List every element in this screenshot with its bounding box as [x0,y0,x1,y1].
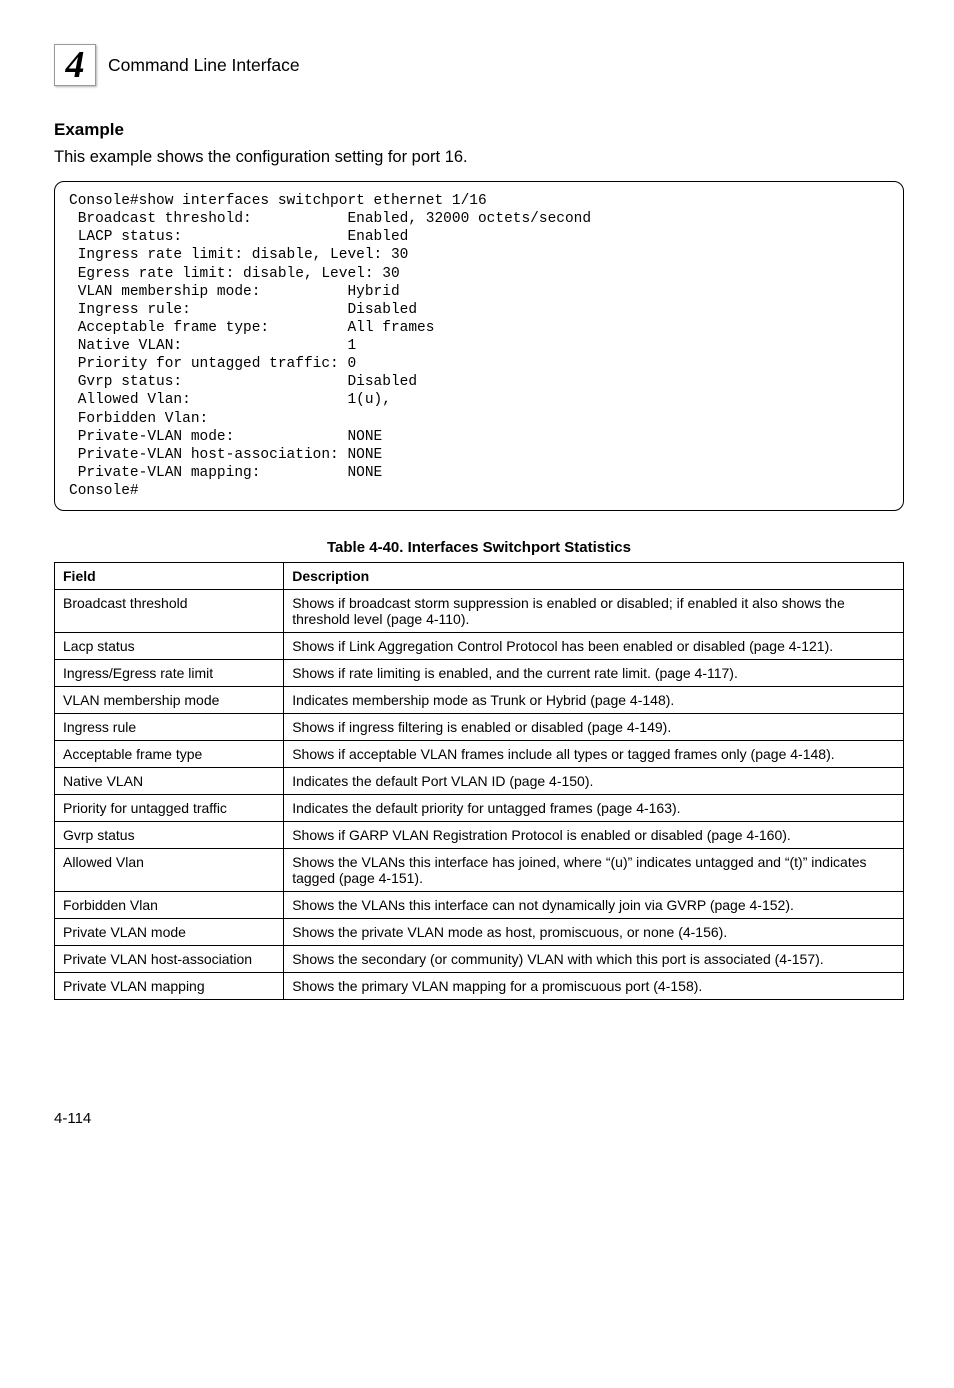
page-header: 4 Command Line Interface [54,44,904,86]
cell-description: Indicates the default priority for untag… [284,795,904,822]
cell-field: Gvrp status [55,822,284,849]
table-row: VLAN membership mode Indicates membershi… [55,687,904,714]
table-row: Ingress rule Shows if ingress filtering … [55,714,904,741]
chapter-badge: 4 [54,44,96,86]
cell-description: Shows the private VLAN mode as host, pro… [284,919,904,946]
cell-description: Indicates the default Port VLAN ID (page… [284,768,904,795]
table-row: Native VLAN Indicates the default Port V… [55,768,904,795]
cell-description: Shows the primary VLAN mapping for a pro… [284,973,904,1000]
cell-description: Shows the secondary (or community) VLAN … [284,946,904,973]
table-row: Private VLAN mode Shows the private VLAN… [55,919,904,946]
th-description: Description [284,563,904,590]
cell-field: Allowed Vlan [55,849,284,892]
table-row: Priority for untagged traffic Indicates … [55,795,904,822]
cell-field: VLAN membership mode [55,687,284,714]
cell-field: Private VLAN host-association [55,946,284,973]
cell-field: Lacp status [55,633,284,660]
table-row: Lacp status Shows if Link Aggregation Co… [55,633,904,660]
cell-field: Native VLAN [55,768,284,795]
cell-field: Private VLAN mapping [55,973,284,1000]
table-row: Gvrp status Shows if GARP VLAN Registrat… [55,822,904,849]
example-heading: Example [54,120,904,140]
cell-description: Shows if broadcast storm suppression is … [284,590,904,633]
cell-description: Shows if ingress filtering is enabled or… [284,714,904,741]
cell-description: Shows if rate limiting is enabled, and t… [284,660,904,687]
page-number: 4-114 [54,1110,904,1127]
chapter-number: 4 [66,46,85,84]
cell-field: Broadcast threshold [55,590,284,633]
code-block: Console#show interfaces switchport ether… [54,181,904,511]
cell-description: Shows if GARP VLAN Registration Protocol… [284,822,904,849]
table-row: Allowed Vlan Shows the VLANs this interf… [55,849,904,892]
cell-description: Shows the VLANs this interface can not d… [284,892,904,919]
table-row: Forbidden Vlan Shows the VLANs this inte… [55,892,904,919]
cell-description: Shows if acceptable VLAN frames include … [284,741,904,768]
cell-description: Shows if Link Aggregation Control Protoc… [284,633,904,660]
example-intro: This example shows the configuration set… [54,148,904,167]
table-row: Private VLAN host-association Shows the … [55,946,904,973]
th-field: Field [55,563,284,590]
header-title: Command Line Interface [108,55,300,76]
table-caption: Table 4-40. Interfaces Switchport Statis… [54,539,904,556]
table-row: Acceptable frame type Shows if acceptabl… [55,741,904,768]
cell-field: Priority for untagged traffic [55,795,284,822]
table-header-row: Field Description [55,563,904,590]
cell-description: Shows the VLANs this interface has joine… [284,849,904,892]
cell-field: Private VLAN mode [55,919,284,946]
table-row: Ingress/Egress rate limit Shows if rate … [55,660,904,687]
cell-field: Forbidden Vlan [55,892,284,919]
table-row: Private VLAN mapping Shows the primary V… [55,973,904,1000]
cell-field: Acceptable frame type [55,741,284,768]
table-row: Broadcast threshold Shows if broadcast s… [55,590,904,633]
switchport-stats-table: Field Description Broadcast threshold Sh… [54,562,904,1000]
cell-field: Ingress rule [55,714,284,741]
cell-description: Indicates membership mode as Trunk or Hy… [284,687,904,714]
cell-field: Ingress/Egress rate limit [55,660,284,687]
